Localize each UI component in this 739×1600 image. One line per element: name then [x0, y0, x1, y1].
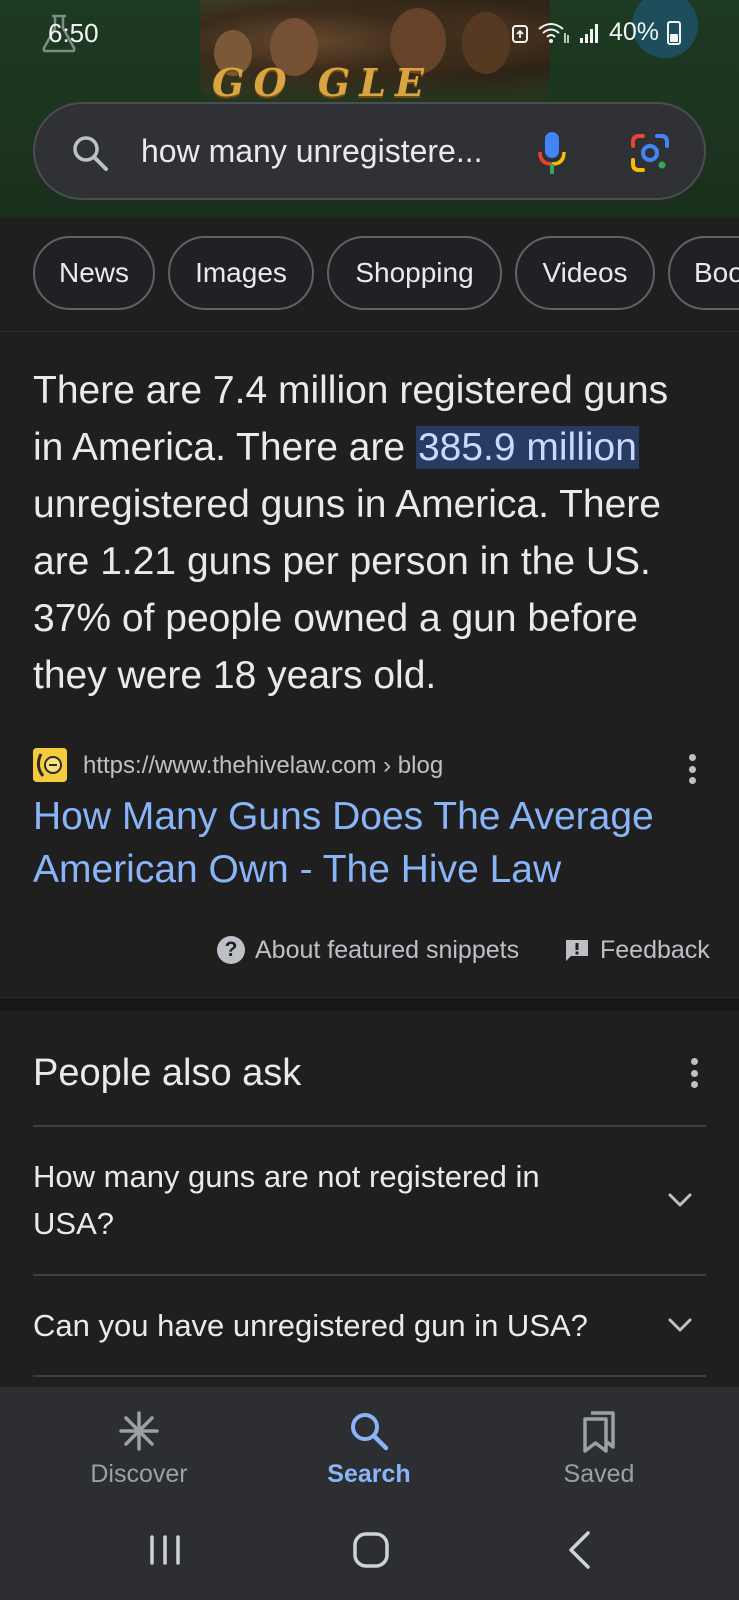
back-icon[interactable]: [556, 1525, 606, 1575]
help-icon: ?: [217, 936, 245, 964]
snippet-highlight: 385.9 million: [415, 426, 639, 469]
search-bar[interactable]: how many unregistere...: [33, 102, 706, 200]
chip-shopping[interactable]: Shopping: [327, 236, 502, 310]
chevron-down-icon[interactable]: [666, 1311, 694, 1339]
paa-question[interactable]: Can you have unregistered gun in USA?: [33, 1302, 613, 1349]
feedback-button[interactable]: Feedback: [564, 932, 710, 968]
paa-question[interactable]: How many guns are not registered in USA?: [33, 1153, 613, 1247]
chip-books[interactable]: Boo: [668, 236, 739, 310]
search-icon: [351, 1413, 389, 1451]
nav-search-label: Search: [327, 1460, 411, 1488]
featured-snippet-text: There are 7.4 million registered guns in…: [33, 362, 708, 704]
microphone-icon[interactable]: [535, 130, 569, 176]
recycle-icon: [511, 24, 528, 43]
nav-saved[interactable]: Saved: [499, 1387, 699, 1503]
feedback-icon: [566, 940, 588, 961]
chip-news[interactable]: News: [33, 236, 155, 310]
battery-icon: [667, 20, 681, 45]
doodle-logo-text: GO GLE: [212, 60, 433, 105]
source-url[interactable]: https://www.thehivelaw.com › blog: [83, 752, 443, 780]
chip-videos[interactable]: Videos: [515, 236, 655, 310]
divider: [33, 1375, 706, 1377]
recent-apps-icon[interactable]: [140, 1525, 190, 1575]
paa-more-options-icon[interactable]: [690, 1058, 698, 1088]
status-time: 6:50: [48, 18, 99, 48]
nav-search[interactable]: Search: [269, 1387, 469, 1503]
nav-discover[interactable]: Discover: [39, 1387, 239, 1503]
google-lens-icon[interactable]: [629, 132, 671, 174]
bottom-navigation: Discover Search Saved: [0, 1387, 739, 1503]
nav-saved-label: Saved: [563, 1460, 635, 1488]
status-bar: 6:50 40%: [0, 0, 739, 64]
chip-images[interactable]: Images: [168, 236, 314, 310]
feedback-label: Feedback: [600, 935, 710, 964]
about-featured-snippets[interactable]: ? About featured snippets: [217, 932, 519, 968]
divider: [33, 1274, 706, 1276]
header: GO GLE 6:50 40% how many unregistere...: [0, 0, 739, 218]
asterisk-icon: [119, 1411, 159, 1451]
result-more-options-icon[interactable]: [688, 754, 696, 784]
search-query[interactable]: how many unregistere...: [141, 133, 483, 170]
google-search-page: GO GLE 6:50 40% how many unregistere... …: [0, 0, 739, 1600]
signal-icon: [579, 23, 598, 43]
result-source[interactable]: https://www.thehivelaw.com › blog: [33, 748, 713, 784]
wifi-icon: [538, 22, 569, 43]
battery-percent: 40%: [608, 18, 659, 46]
people-also-ask-title: People also ask: [33, 1052, 302, 1094]
status-icons: 40%: [511, 18, 681, 47]
chevron-down-icon[interactable]: [666, 1186, 694, 1214]
home-icon[interactable]: [346, 1525, 396, 1575]
nav-discover-label: Discover: [90, 1460, 188, 1488]
bookmarks-icon: [583, 1411, 615, 1453]
site-favicon: [33, 748, 67, 782]
section-divider: [0, 997, 739, 1011]
system-navigation-bar: [0, 1503, 739, 1600]
divider: [33, 1125, 706, 1127]
result-title-link[interactable]: How Many Guns Does The Average American …: [33, 790, 713, 896]
search-filter-chips: News Images Shopping Videos Boo: [0, 218, 739, 332]
snippet-text-after: unregistered guns in America. There are …: [33, 483, 661, 697]
about-featured-snippets-label: About featured snippets: [255, 935, 520, 964]
search-icon[interactable]: [71, 134, 109, 172]
